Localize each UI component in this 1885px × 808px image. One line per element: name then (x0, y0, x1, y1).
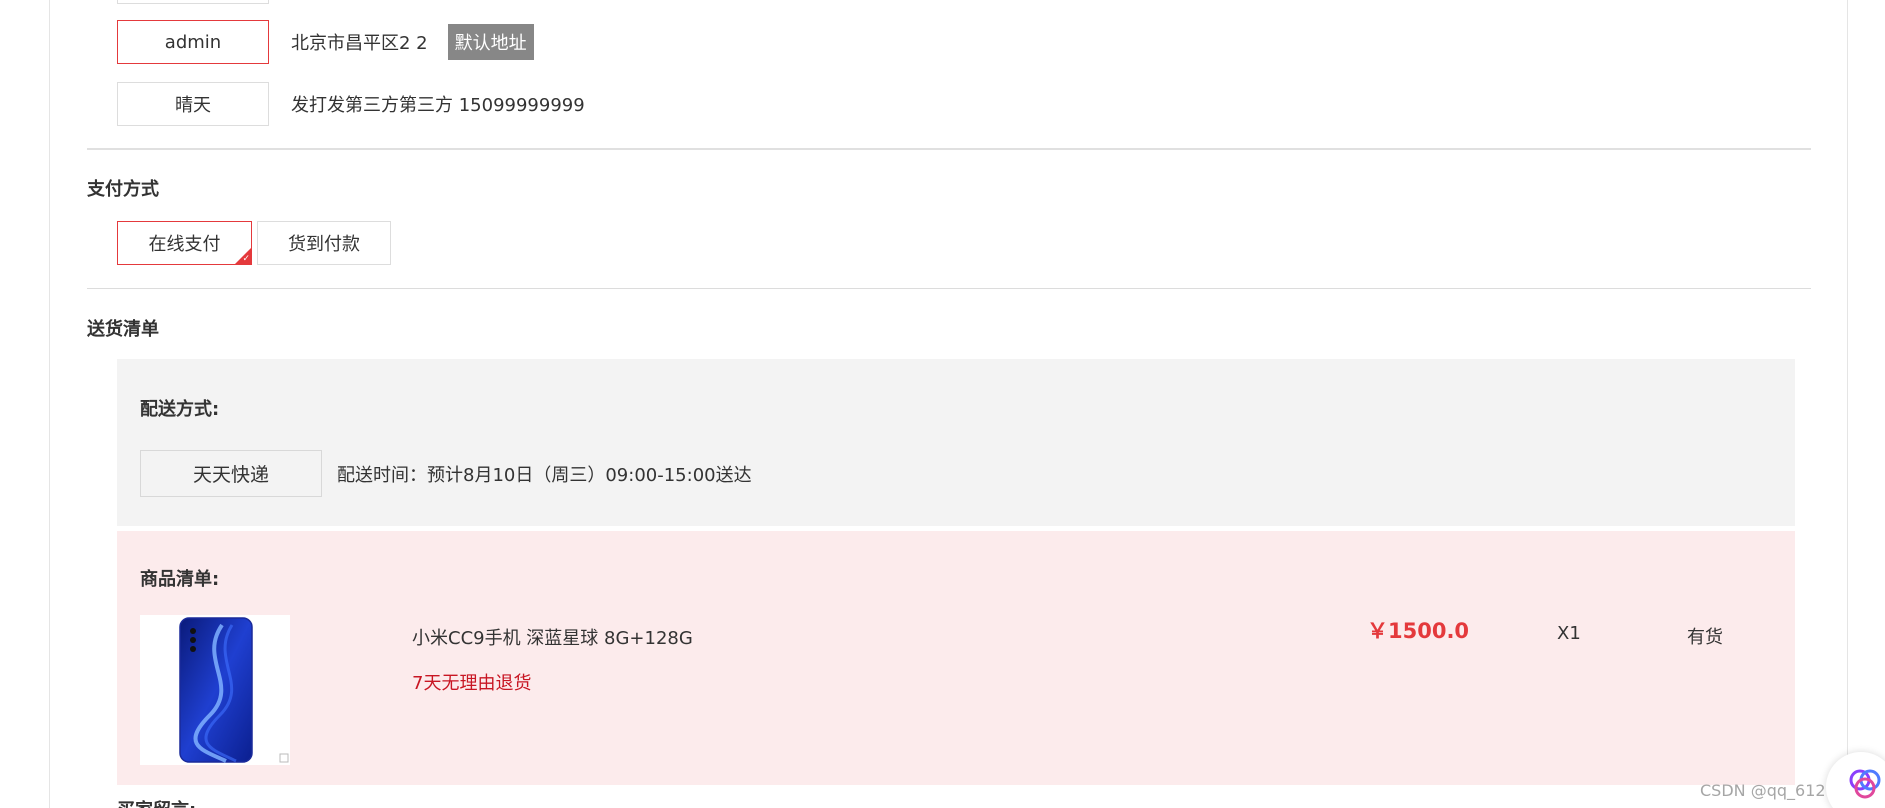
payment-option-online[interactable]: 在线支付 ✓ (117, 221, 252, 265)
check-icon: ✓ (242, 254, 250, 264)
assistant-logo-icon (1849, 769, 1881, 799)
stock-status: 有货 (1687, 627, 1723, 648)
address-row: admin 北京市昌平区2 2 默认地址 (117, 20, 534, 64)
address-detail: 发打发第三方第三方 15099999999 (291, 95, 585, 116)
shipping-method-button[interactable]: 天天快递 (140, 450, 322, 497)
address-item-partial[interactable] (117, 0, 269, 4)
delivery-section-title: 送货清单 (87, 319, 159, 340)
address-name-button[interactable]: 晴天 (117, 82, 269, 126)
delivery-time-text: 配送时间：预计8月10日（周三）09:00-15:00送达 (337, 465, 752, 486)
address-name-button[interactable]: admin (117, 20, 269, 64)
product-name-link[interactable]: 小米CC9手机 深蓝星球 8G+128G (412, 624, 693, 650)
payment-section-title: 支付方式 (87, 179, 159, 200)
product-quantity: X1 (1557, 623, 1581, 644)
section-divider (87, 288, 1811, 289)
page-frame-right (1847, 0, 1848, 808)
floating-assistant-button[interactable] (1826, 752, 1885, 808)
shipping-panel: 配送方式: 天天快递 配送时间：预计8月10日（周三）09:00-15:00送达 (117, 359, 1795, 526)
payment-option-cod[interactable]: 货到付款 (257, 221, 391, 265)
goods-panel: 商品清单: 小米CC9手机 深蓝星球 8G+128G 7天无理由退货 ￥1500… (117, 531, 1795, 785)
goods-list-label: 商品清单: (140, 569, 220, 590)
address-detail: 北京市昌平区2 2 (291, 33, 428, 54)
buyer-remark-label: 买家留言: (117, 796, 196, 808)
section-divider (87, 148, 1811, 150)
address-row: 晴天 发打发第三方第三方 15099999999 (117, 82, 585, 126)
product-price: ￥1500.0 (1367, 619, 1470, 643)
return-policy-text: 7天无理由退货 (412, 673, 532, 694)
shipping-method-label: 配送方式: (140, 399, 220, 420)
page-frame-left (49, 0, 50, 808)
phone-product-image[interactable] (140, 615, 290, 765)
payment-option-label: 货到付款 (288, 234, 360, 255)
payment-option-label: 在线支付 (148, 234, 221, 255)
default-address-badge: 默认地址 (447, 24, 534, 60)
